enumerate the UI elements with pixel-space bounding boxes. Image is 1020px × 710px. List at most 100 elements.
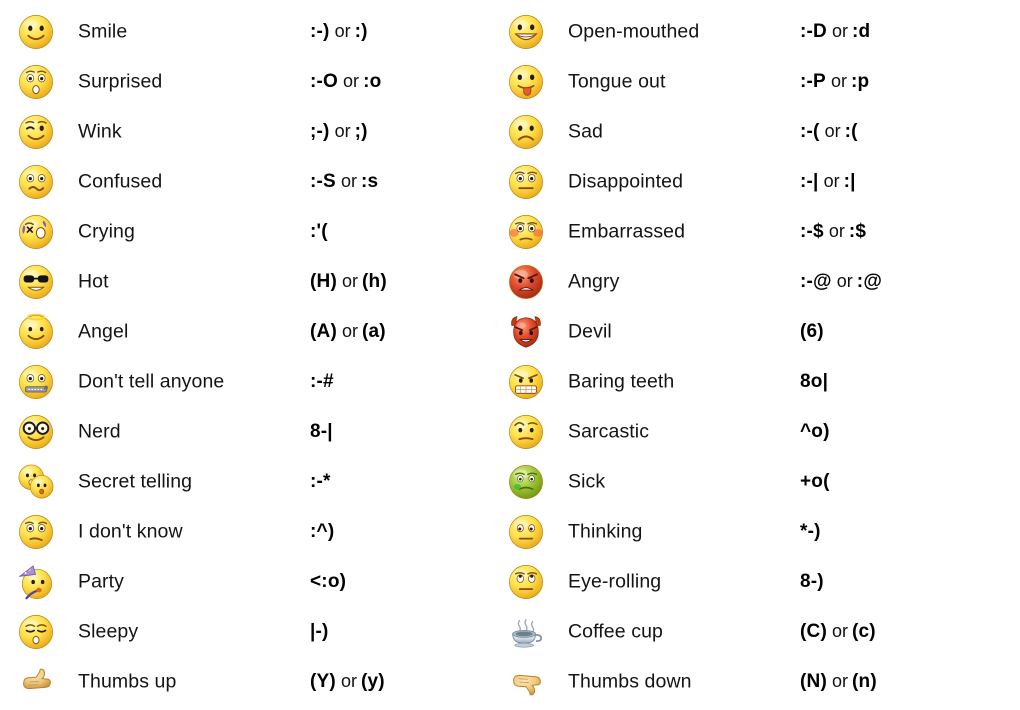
emoticon-codes: :-O or:o	[310, 71, 381, 93]
emoticon-codes: :-P or:p	[800, 71, 869, 93]
emoticon-code: :o	[363, 71, 382, 92]
emoticon-code: (h)	[362, 271, 387, 292]
emoticon-codes: +o(	[800, 471, 830, 493]
emoticon-label: I don't know	[78, 520, 183, 543]
emoticon-row: Disappointed:-| or:|	[490, 157, 990, 207]
code-separator: or	[831, 671, 848, 691]
emoticon-codes: ;-) or;)	[310, 121, 368, 143]
emoticon-code: :$	[848, 221, 867, 242]
emoticon-codes: :-$ or:$	[800, 221, 866, 243]
emoticon-code: ;)	[354, 121, 368, 142]
emoticon-row: Eye-rolling 8-)	[490, 557, 990, 607]
emoticon-label: Party	[78, 570, 125, 593]
emoticon-label: Tongue out	[568, 70, 666, 93]
emoticon-code: :d	[852, 21, 871, 42]
emoticon-codes: <:o)	[310, 571, 346, 593]
smiley-sick-green-icon	[506, 462, 546, 502]
emoticon-label: Confused	[78, 170, 163, 193]
code-separator: or	[334, 21, 351, 41]
emoticon-row: Open-mouthed:-D or:d	[490, 7, 990, 57]
emoticon-row: Wink ;-) or;)	[0, 107, 500, 157]
smiley-confused-icon	[16, 162, 56, 202]
emoticon-codes: (6)	[800, 321, 824, 343]
emoticon-label: Don't tell anyone	[78, 370, 225, 393]
code-separator: or	[828, 221, 845, 241]
smiley-zipped-mouth-icon	[16, 362, 56, 402]
smiley-tongue-out-icon	[506, 62, 546, 102]
code-separator: or	[831, 21, 848, 41]
emoticon-label: Embarrassed	[568, 220, 686, 243]
emoticon-code: :^)	[310, 521, 335, 542]
emoticon-label: Sick	[568, 470, 606, 493]
emoticon-label: Coffee cup	[568, 620, 663, 643]
emoticon-row: Confused:-S or:s	[0, 157, 500, 207]
emoticon-codes: :'(	[310, 221, 328, 243]
emoticon-label: Angel	[78, 320, 129, 343]
smiley-angry-red-icon	[506, 262, 546, 302]
smiley-crying-icon	[16, 212, 56, 252]
emoticon-code: 8o|	[800, 371, 829, 392]
emoticon-row: Baring teeth 8o|	[490, 357, 990, 407]
emoticon-label: Thumbs down	[568, 670, 692, 693]
emoticon-code: :-$	[800, 221, 824, 242]
coffee-cup-icon	[506, 612, 546, 652]
emoticon-codes: :-| or:|	[800, 171, 856, 193]
emoticon-row: Embarrassed :-$ or:$	[490, 207, 990, 257]
emoticon-code: (Y)	[310, 671, 336, 692]
emoticon-codes: (Y) or (y)	[310, 671, 385, 693]
emoticon-row: Party <:o)	[0, 557, 500, 607]
code-separator: or	[343, 71, 360, 91]
emoticon-code: 8-|	[310, 421, 333, 442]
emoticon-row: Hot (H) or (h)	[0, 257, 500, 307]
code-separator: or	[823, 171, 840, 191]
emoticon-code: :-(	[800, 121, 820, 142]
emoticon-code: :-|	[800, 171, 819, 192]
emoticon-label: Nerd	[78, 420, 121, 443]
emoticon-label: Eye-rolling	[568, 570, 662, 593]
emoticon-row: Smile:-) or:)	[0, 7, 500, 57]
emoticon-codes: :^)	[310, 521, 334, 543]
emoticon-code: 8-)	[800, 571, 824, 592]
emoticon-code: *-)	[800, 521, 821, 542]
emoticon-code: (N)	[800, 671, 827, 692]
emoticon-codes: *-)	[800, 521, 821, 543]
code-separator: or	[341, 321, 358, 341]
emoticon-label: Smile	[78, 20, 128, 43]
emoticon-label: Secret telling	[78, 470, 193, 493]
emoticon-row: Don't tell anyone:-#	[0, 357, 500, 407]
smiley-surprised-icon	[16, 62, 56, 102]
emoticon-codes: :-*	[310, 471, 331, 493]
emoticon-code: :@	[856, 271, 883, 292]
thumbs-down-icon	[506, 662, 546, 702]
emoticon-codes: 8o|	[800, 371, 828, 393]
emoticon-codes: (H) or (h)	[310, 271, 387, 293]
emoticon-code: (H)	[310, 271, 337, 292]
emoticon-row: I don't know :^)	[0, 507, 500, 557]
smiley-dont-know-icon	[16, 512, 56, 552]
smiley-smile-icon	[16, 12, 56, 52]
smiley-open-mouthed-icon	[506, 12, 546, 52]
emoticon-label: Surprised	[78, 70, 163, 93]
smiley-nerd-glasses-icon	[16, 412, 56, 452]
emoticon-code: :s	[360, 171, 379, 192]
emoticon-column-right: Open-mouthed:-D or:d Tongue out :-P or:p Sad:…	[490, 0, 990, 710]
emoticon-label: Angry	[568, 270, 620, 293]
emoticon-code: (c)	[852, 621, 876, 642]
emoticon-code: :-)	[310, 21, 330, 42]
thumbs-up-icon	[16, 662, 56, 702]
emoticon-code: :'(	[310, 221, 328, 242]
emoticon-codes: (N) or (n)	[800, 671, 877, 693]
emoticon-label: Sleepy	[78, 620, 139, 643]
emoticon-code: :-P	[800, 71, 826, 92]
smiley-sarcastic-icon	[506, 412, 546, 452]
emoticon-code: (y)	[360, 671, 385, 692]
emoticon-row: Angel (A) or (a)	[0, 307, 500, 357]
emoticon-row: Sad:-(or:(	[490, 107, 990, 157]
emoticon-row: Sick +o(	[490, 457, 990, 507]
smiley-sleepy-icon	[16, 612, 56, 652]
emoticon-row: Sleepy |-)	[0, 607, 500, 657]
emoticon-codes: (C) or (c)	[800, 621, 876, 643]
smiley-embarrassed-icon	[506, 212, 546, 252]
emoticon-code: :(	[844, 121, 858, 142]
emoticon-code: +o(	[800, 471, 830, 492]
